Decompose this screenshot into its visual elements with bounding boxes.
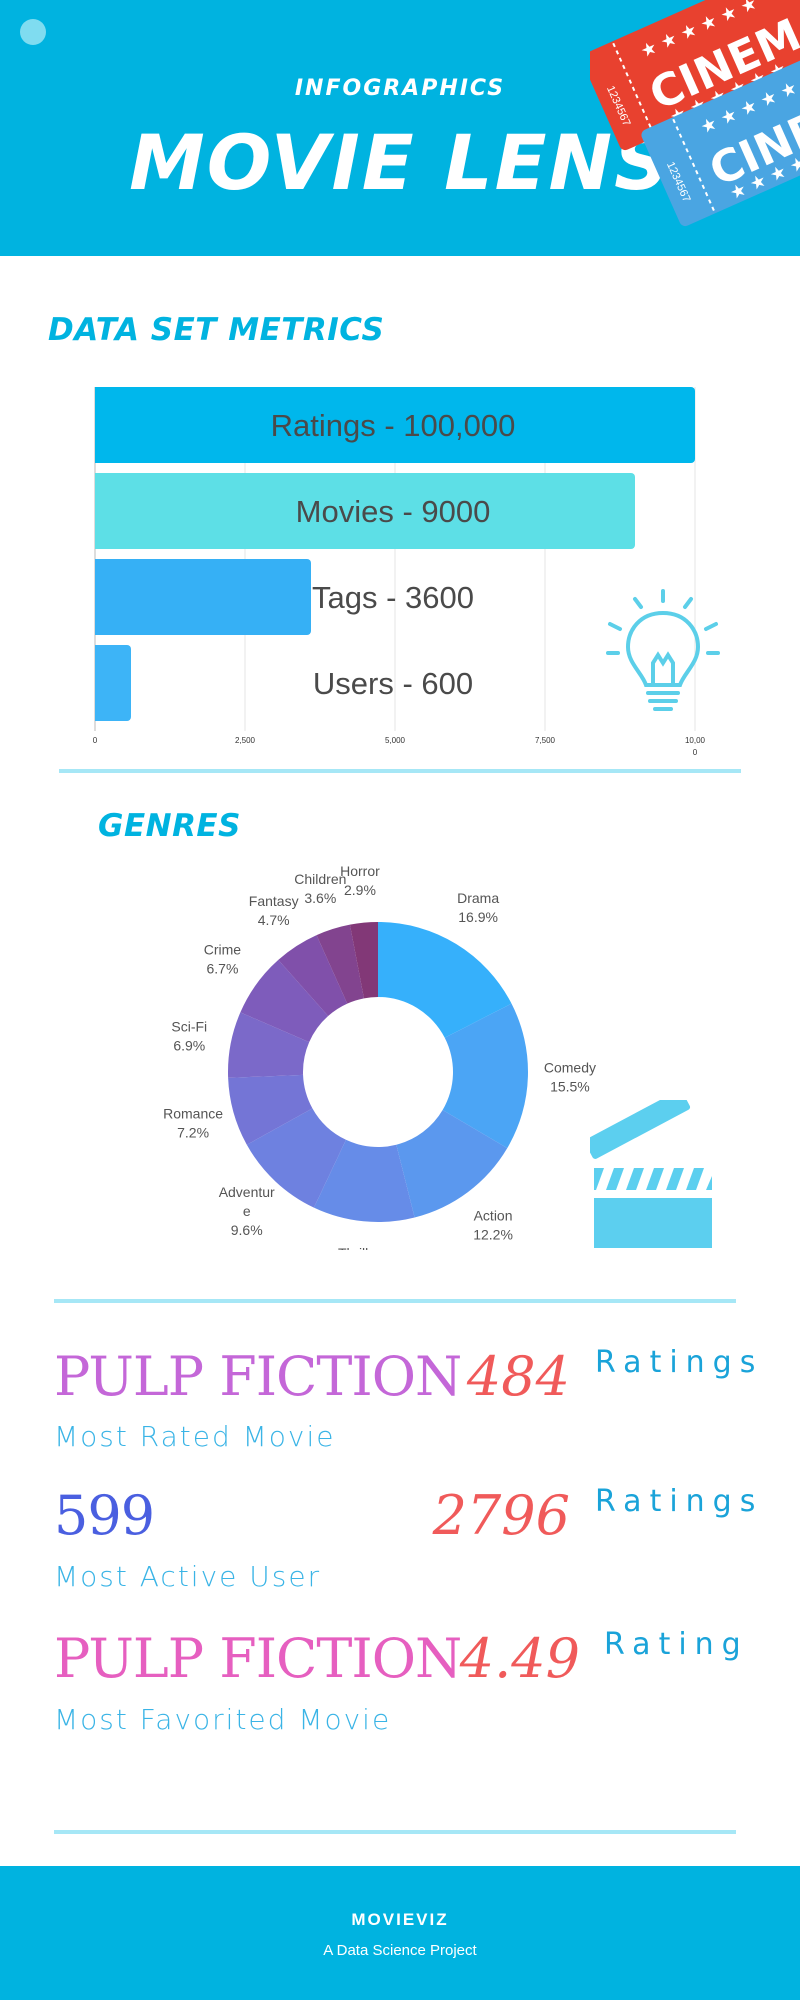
bar-label-movies: Movies - 9000 [296,494,491,529]
x-tick-label: 10,00 [685,736,706,745]
bar-label-users: Users - 600 [313,666,473,701]
section-divider-1 [59,769,741,773]
stat-subtitle: Most Rated Movie [54,1420,336,1453]
stat-title: PULP FICTION [54,1345,462,1408]
slice-label: Comedy 15.5% [544,1060,596,1095]
lightbulb-icon [606,589,720,711]
stat-title: PULP FICTION [54,1627,462,1690]
footer-subtitle: A Data Science Project [323,1942,477,1959]
decorative-dot [20,19,46,45]
header-banner: INFOGRAPHICS MOVIE LENS 1234567 ★ ★ ★ ★ … [0,0,800,256]
stat-title: 599 [54,1484,155,1547]
slice-label: Children 3.6% [294,871,346,906]
stat-unit: Rating [604,1627,749,1662]
slice-label: Thriller10.6% [338,1245,381,1250]
slice-label: Adventur e 9.6% [219,1184,275,1238]
clapperboard-icon [590,1100,712,1248]
x-tick-label: 2,500 [235,736,256,745]
bar-edge [95,559,101,635]
slice-label: Fantasy 4.7% [249,893,299,928]
slice-label: Drama 16.9% [457,890,499,925]
stat-subtitle: Most Active User [54,1560,322,1593]
stat-unit: Ratings [595,1484,764,1519]
x-tick-label: 7,500 [535,736,556,745]
section-divider-3 [54,1830,736,1834]
footer: MOVIEVIZ A Data Science Project [0,1866,800,2000]
section-divider-2 [54,1299,736,1303]
bar-tags [95,559,311,635]
x-tick-label-overflow: 0 [693,748,698,755]
slice-label: Sci-Fi 6.9% [171,1019,207,1054]
slice-label: Crime 6.7% [204,941,242,976]
slice-label: Romance 7.2% [163,1106,223,1141]
cinema-tickets-icon: 1234567 ★ ★ ★ ★ ★ ★ ★ ★ ★ ★ ★ ★ CINEMA 1… [590,0,800,227]
metrics-section-title: DATA SET METRICS [48,312,385,348]
stat-subtitle: Most Favorited Movie [54,1703,392,1736]
bar-edge [95,645,101,721]
x-tick-label: 0 [93,736,98,745]
stat-unit: Ratings [595,1345,764,1380]
footer-brand: MOVIEVIZ [351,1910,449,1929]
genres-donut-chart: Drama16.9% Comedy15.5% Action12.2% Thriller… [163,863,596,1250]
bar-edge [95,387,101,463]
bar-label-tags: Tags - 3600 [312,580,474,615]
stat-number: 484 [466,1345,570,1408]
slice-label: Action 12.2% [473,1208,513,1243]
x-tick-label: 5,000 [385,736,406,745]
stat-number: 4.49 [459,1627,580,1690]
stat-number: 2796 [432,1484,570,1547]
bar-edge [95,473,101,549]
bar-label-ratings: Ratings - 100,000 [271,408,516,443]
